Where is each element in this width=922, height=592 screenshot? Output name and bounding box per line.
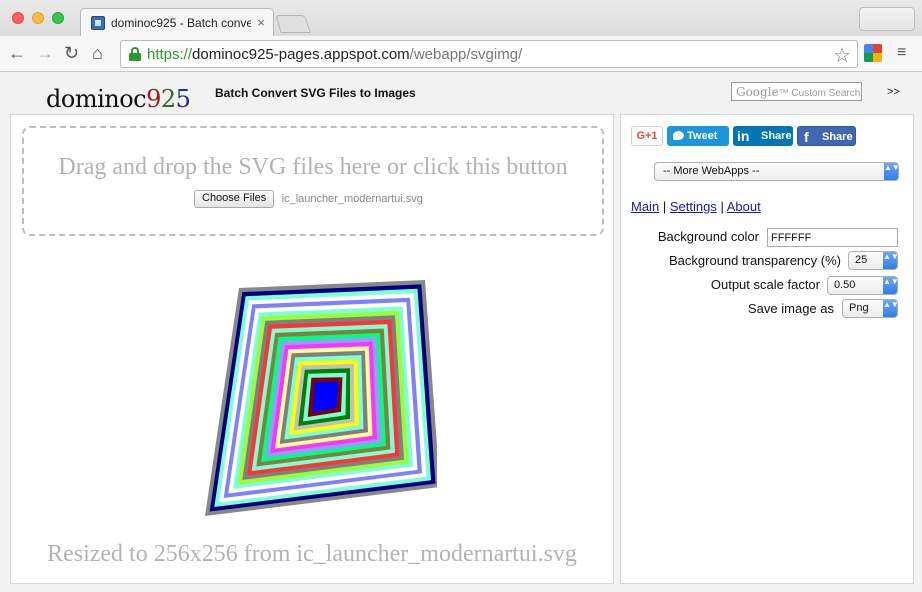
custom-search-input[interactable]: Google™ Custom Search — [731, 82, 862, 101]
linkedin-icon: in — [737, 128, 750, 144]
resize-caption: Resized to 256x256 from ic_launcher_mode… — [47, 541, 577, 567]
page-title: Batch Convert SVG Files to Images — [215, 86, 416, 100]
preview-ring — [312, 381, 339, 413]
tweet-button[interactable]: Tweet — [667, 126, 729, 146]
menu-icon[interactable]: ≡ — [897, 44, 906, 62]
bookmark-star-icon[interactable]: ☆ — [833, 43, 851, 68]
reload-icon[interactable]: ↻ — [64, 43, 79, 63]
tab-strip: dominoc925 - Batch conve × — [0, 0, 922, 37]
background-color-label: Background color — [657, 229, 759, 244]
nav-links: Main | Settings | About — [631, 199, 761, 214]
chevron-updown-icon: ▲▼ — [883, 252, 899, 269]
converter-panel: Drag and drop the SVG files here or clic… — [10, 114, 614, 584]
zoom-window-button[interactable] — [52, 12, 64, 24]
settings-link[interactable]: Settings — [670, 199, 717, 214]
lock-icon — [129, 47, 141, 61]
chevron-updown-icon: ▲▼ — [884, 163, 900, 180]
new-tab-button[interactable] — [275, 15, 311, 33]
facebook-share-button[interactable]: f Share — [797, 126, 856, 146]
browser-tab[interactable]: dominoc925 - Batch conve × — [80, 8, 274, 37]
twitter-bird-icon — [673, 131, 684, 140]
scale-factor-label: Output scale factor — [710, 277, 820, 292]
transparency-label: Background transparency (%) — [669, 253, 841, 268]
expand-link[interactable]: >> — [887, 86, 900, 98]
tab-close-icon[interactable]: × — [257, 15, 265, 30]
forward-arrow-icon[interactable]: → — [36, 43, 54, 63]
scale-factor-select[interactable]: 0.50 ▲▼ — [827, 276, 899, 295]
chevron-updown-icon: ▲▼ — [883, 300, 899, 317]
converted-image-preview — [205, 280, 437, 516]
linkedin-share-button[interactable]: in Share — [733, 126, 793, 146]
tab-title: dominoc925 - Batch conve — [111, 16, 251, 30]
home-icon[interactable]: ⌂ — [92, 43, 103, 63]
about-link[interactable]: About — [727, 199, 761, 214]
main-link[interactable]: Main — [631, 199, 659, 214]
profile-button[interactable] — [859, 7, 915, 31]
save-format-label: Save image as — [748, 301, 834, 316]
choose-files-button[interactable]: Choose Files — [194, 190, 275, 208]
chevron-updown-icon: ▲▼ — [883, 277, 899, 294]
transparency-select[interactable]: 25 ▲▼ — [848, 251, 899, 270]
minimize-window-button[interactable] — [32, 12, 44, 24]
save-format-select[interactable]: Png ▲▼ — [842, 299, 899, 318]
settings-panel: G+1 Tweet in Share f Share -- More WebApps… — [620, 114, 914, 584]
selected-file-name: ic_launcher_modernartui.svg — [281, 193, 423, 205]
more-webapps-select[interactable]: -- More WebApps -- ▲▼ — [654, 162, 900, 181]
drop-zone[interactable]: Drag and drop the SVG files here or clic… — [22, 126, 604, 236]
site-logo[interactable]: dominoc925 — [46, 85, 191, 113]
url-text[interactable]: https://dominoc925-pages.appspot.com/web… — [147, 46, 522, 63]
drop-prompt: Drag and drop the SVG files here or clic… — [58, 154, 568, 180]
facebook-icon: f — [804, 129, 809, 145]
extension-icon[interactable] — [864, 44, 882, 62]
background-color-field[interactable] — [767, 228, 898, 247]
close-window-button[interactable] — [12, 12, 24, 24]
page-content: dominoc925 Batch Convert SVG Files to Im… — [0, 73, 922, 592]
back-arrow-icon[interactable]: ← — [8, 43, 26, 63]
address-bar[interactable]: https://dominoc925-pages.appspot.com/web… — [120, 40, 858, 68]
google-plus-button[interactable]: G+1 — [631, 126, 663, 146]
favicon-icon — [91, 16, 105, 30]
file-input-row: Choose Files ic_launcher_modernartui.svg — [194, 190, 423, 208]
browser-toolbar: ← → ↻ ⌂ https://dominoc925-pages.appspot… — [0, 36, 922, 72]
